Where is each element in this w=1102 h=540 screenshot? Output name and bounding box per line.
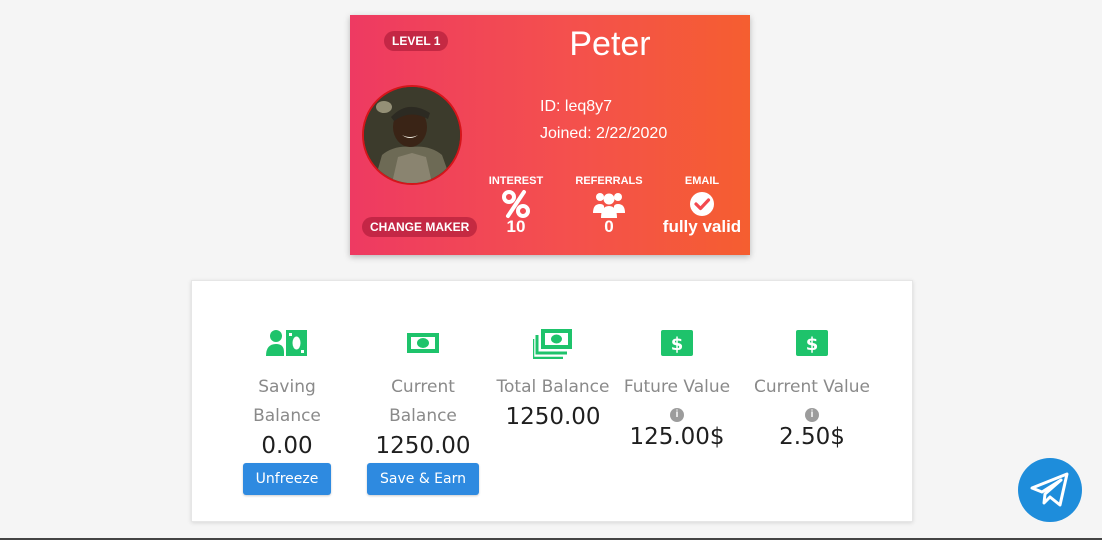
future-value: $ Future Value i 125.00$: [612, 323, 742, 450]
balance-value: 2.50$: [779, 424, 845, 450]
money-bills-icon: [488, 323, 618, 363]
level-badge: LEVEL 1: [384, 31, 449, 51]
profile-id: ID: leq8y7: [540, 98, 613, 115]
balance-label: Current Balance: [389, 377, 457, 426]
stat-value: 10: [506, 217, 526, 236]
stat-label: EMAIL: [684, 175, 720, 187]
percent-icon: [471, 189, 561, 219]
balance-value: 1250.00: [505, 404, 601, 430]
balance-value: 1250.00: [375, 433, 471, 459]
dollar-icon: $: [612, 323, 742, 363]
save-earn-button[interactable]: Save & Earn: [367, 463, 479, 495]
telegram-button[interactable]: [1018, 458, 1082, 522]
stat-label: REFERRALS: [575, 175, 643, 187]
balance-label: Saving Balance: [253, 377, 321, 426]
user-money-icon: [222, 323, 352, 363]
check-circle-icon: [657, 189, 747, 219]
stat-value: fully valid: [662, 217, 742, 236]
profile-name: Peter: [569, 25, 651, 63]
avatar: [362, 85, 462, 185]
current-value: $ Current Value i 2.50$: [747, 323, 877, 450]
profile-card: LEVEL 1 Peter ID: leq8y7 Joined: 2/22/20…: [350, 15, 750, 255]
balance-value: 125.00$: [629, 424, 725, 450]
stat-label: INTEREST: [488, 175, 544, 187]
balance-label: Future Value: [623, 377, 731, 397]
rank-badge: CHANGE MAKER: [362, 217, 478, 237]
saving-balance: Saving Balance 0.00 Unfreeze: [222, 323, 352, 495]
balance-label: Total Balance: [496, 377, 610, 397]
stat-interest: INTEREST 10: [471, 175, 561, 237]
svg-text:$: $: [671, 334, 684, 355]
stat-referrals: REFERRALS 0: [564, 175, 654, 237]
total-balance: Total Balance 1250.00: [488, 323, 618, 430]
balance-value: 0.00: [261, 433, 313, 459]
dollar-icon: $: [747, 323, 877, 363]
current-balance: Current Balance 1250.00 Save & Earn: [358, 323, 488, 495]
unfreeze-button[interactable]: Unfreeze: [242, 463, 332, 495]
money-bill-icon: [358, 323, 488, 363]
info-icon[interactable]: i: [805, 408, 819, 422]
users-icon: [564, 189, 654, 219]
stat-value: 0: [604, 217, 614, 236]
balance-label: Current Value: [754, 377, 870, 397]
stat-email: EMAIL fully valid: [657, 175, 747, 237]
balances-panel: Saving Balance 0.00 Unfreeze Current Bal…: [191, 280, 913, 522]
telegram-icon: [1030, 472, 1069, 507]
info-icon[interactable]: i: [670, 408, 684, 422]
profile-joined: Joined: 2/22/2020: [540, 125, 668, 142]
svg-text:$: $: [806, 334, 819, 355]
